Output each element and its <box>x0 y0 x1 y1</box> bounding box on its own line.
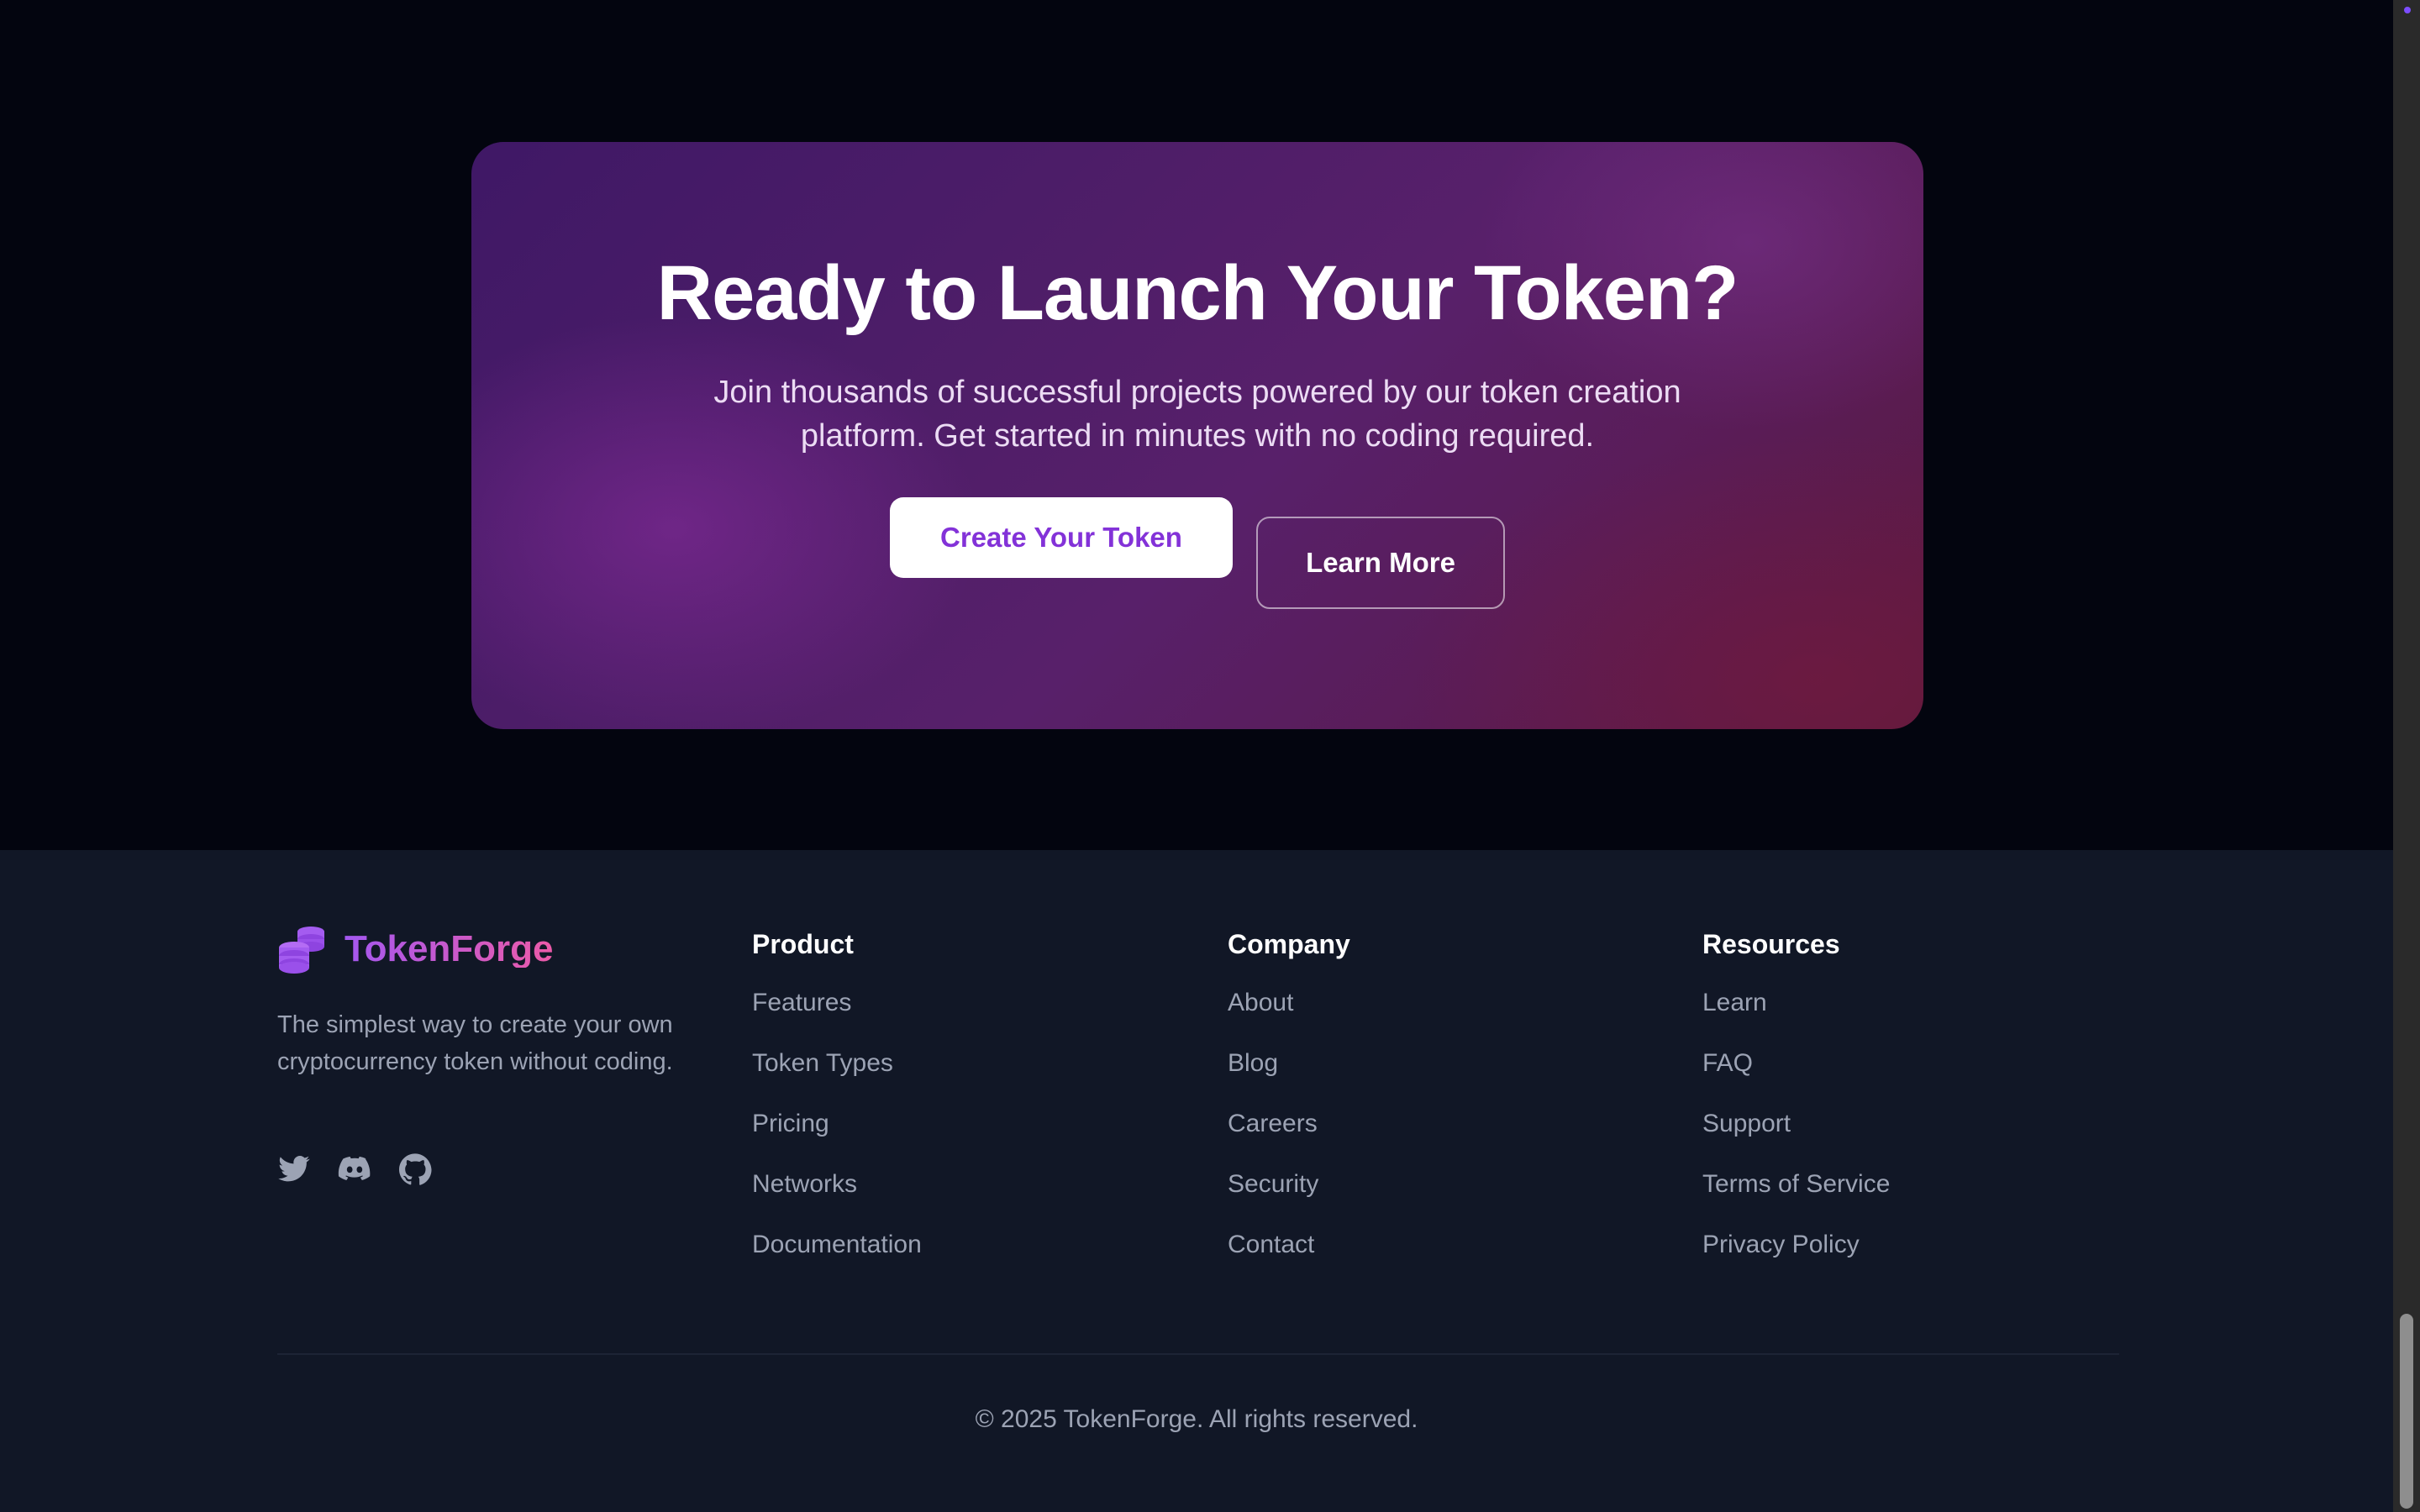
footer-link-about[interactable]: About <box>1228 984 1293 1021</box>
page: Ready to Launch Your Token? Join thousan… <box>0 0 2393 1512</box>
footer-link-documentation[interactable]: Documentation <box>752 1226 922 1263</box>
column-title-resources: Resources <box>1702 929 1840 959</box>
footer-brand[interactable]: TokenForge <box>277 922 554 976</box>
footer-link-support[interactable]: Support <box>1702 1105 1791 1142</box>
scrollbar-thumb[interactable] <box>2400 1314 2413 1509</box>
footer-column-company: Company About Blog Careers Security Cont… <box>1228 926 1564 1287</box>
twitter-icon <box>278 1156 310 1182</box>
footer-link-features[interactable]: Features <box>752 984 851 1021</box>
twitter-link[interactable] <box>277 1152 311 1186</box>
cta-subtitle: Join thousands of successful projects po… <box>713 375 1681 454</box>
learn-more-button[interactable]: Learn More <box>1256 517 1505 609</box>
create-token-button[interactable]: Create Your Token <box>890 497 1233 578</box>
footer-link-token-types[interactable]: Token Types <box>752 1045 893 1082</box>
column-title-product: Product <box>752 929 854 959</box>
discord-icon <box>338 1156 371 1180</box>
product-links: Features Token Types Pricing Networks Do… <box>752 984 1088 1287</box>
brand-tagline: The simplest way to create your own cryp… <box>277 1011 673 1075</box>
page-scrollbar[interactable] <box>2393 0 2420 1512</box>
company-links: About Blog Careers Security Contact <box>1228 984 1564 1287</box>
footer-link-blog[interactable]: Blog <box>1228 1045 1278 1082</box>
footer-link-pricing[interactable]: Pricing <box>752 1105 829 1142</box>
footer-link-terms-of-service[interactable]: Terms of Service <box>1702 1166 1890 1203</box>
resources-links: Learn FAQ Support Terms of Service Priva… <box>1702 984 2039 1287</box>
footer-divider <box>277 1353 2119 1355</box>
social-links <box>277 1152 432 1186</box>
footer-link-networks[interactable]: Networks <box>752 1166 857 1203</box>
footer-link-contact[interactable]: Contact <box>1228 1226 1314 1263</box>
footer-column-product: Product Features Token Types Pricing Net… <box>752 926 1088 1287</box>
cta-title: Ready to Launch Your Token? <box>656 250 1739 336</box>
cta-card: Ready to Launch Your Token? Join thousan… <box>471 142 1923 729</box>
scroll-indicator-dot <box>2404 7 2411 13</box>
discord-link[interactable] <box>338 1152 371 1186</box>
footer-column-resources: Resources Learn FAQ Support Terms of Ser… <box>1702 926 2039 1287</box>
cta-section: Ready to Launch Your Token? Join thousan… <box>0 0 2393 850</box>
footer-link-privacy-policy[interactable]: Privacy Policy <box>1702 1226 1860 1263</box>
footer-link-careers[interactable]: Careers <box>1228 1105 1318 1142</box>
copyright: © 2025 TokenForge. All rights reserved. <box>975 1405 1418 1433</box>
github-icon <box>399 1153 432 1185</box>
github-link[interactable] <box>398 1152 432 1186</box>
column-title-company: Company <box>1228 929 1350 959</box>
brand-name: TokenForge <box>345 928 554 969</box>
coins-icon <box>279 927 324 974</box>
footer-link-security[interactable]: Security <box>1228 1166 1318 1203</box>
footer-link-learn[interactable]: Learn <box>1702 984 1767 1021</box>
footer-link-faq[interactable]: FAQ <box>1702 1045 1753 1082</box>
